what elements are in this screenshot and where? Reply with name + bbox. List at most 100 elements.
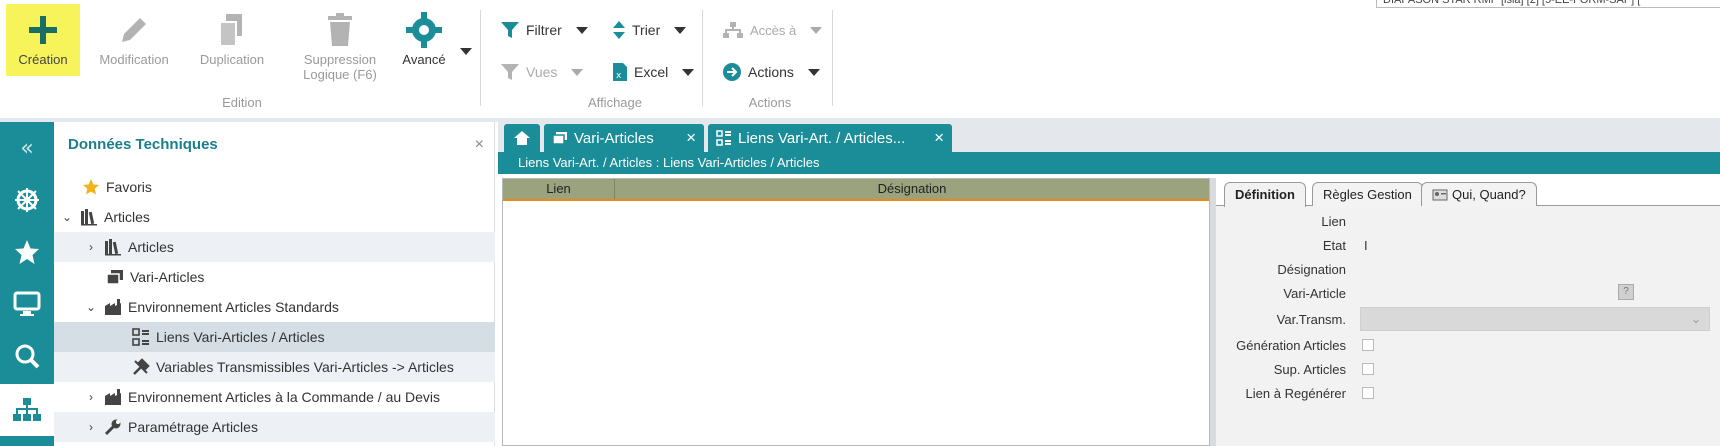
label-generation-articles: Génération Articles — [1236, 338, 1346, 353]
trier-button[interactable]: Trier — [612, 18, 687, 42]
pencil-icon — [122, 18, 146, 42]
duplication-label: Duplication — [199, 52, 265, 67]
chevron-down-icon[interactable]: ⌄ — [60, 210, 74, 224]
label-lien-regenerer: Lien à Regénérer — [1245, 386, 1346, 401]
books-icon — [81, 209, 97, 226]
factory-icon — [105, 389, 121, 405]
suppression-button[interactable]: Suppression Logique (F6) — [284, 4, 396, 92]
star-icon — [15, 240, 39, 264]
collapse-icon: « — [20, 135, 34, 161]
cards-icon — [106, 270, 123, 285]
books-icon — [105, 239, 121, 256]
favorites-button[interactable] — [0, 226, 54, 278]
tree-item-label: Environnement Articles à la Commande / a… — [128, 389, 441, 405]
close-icon[interactable]: × — [934, 128, 944, 148]
actions-label: Actions — [748, 64, 794, 80]
tools-icon — [133, 358, 150, 375]
excel-button[interactable]: x Excel — [612, 60, 695, 84]
chevron-right-icon[interactable]: › — [84, 240, 98, 254]
tab-liens-vari-art[interactable]: Liens Vari-Art. / Articles... × — [708, 124, 952, 152]
trash-icon — [328, 13, 352, 46]
tree-item-variables-transmissibles[interactable]: Variables Transmissibles Vari-Articles -… — [54, 352, 495, 382]
tree-item-parametrage[interactable]: › Paramétrage Articles — [54, 412, 495, 442]
excel-dropdown-icon — [682, 68, 695, 76]
tab-vari-articles[interactable]: Vari-Articles × — [544, 124, 704, 152]
tab-label: Qui, Quand? — [1452, 186, 1526, 202]
left-icon-bar: « — [0, 122, 54, 446]
filtrer-button[interactable]: Filtrer — [500, 18, 588, 42]
ribbon-divider — [480, 10, 481, 106]
wheel-button[interactable] — [0, 174, 54, 226]
environment-field: DIAPASON STAR RMP [isla] [2] [5-EE-FORM-… — [1376, 0, 1720, 8]
vues-button[interactable]: Vues — [500, 60, 584, 84]
avance-label: Avancé — [402, 52, 446, 67]
creation-label: Création — [18, 52, 68, 67]
label-etat: Etat — [1322, 238, 1346, 253]
search-icon — [15, 344, 40, 369]
generation-articles-checkbox[interactable] — [1362, 339, 1374, 351]
excel-icon: x — [613, 63, 627, 81]
actions-button[interactable]: Actions — [722, 60, 820, 84]
tree-item-liens-vari-articles[interactable]: Liens Vari-Articles / Articles — [54, 322, 495, 352]
avance-button[interactable]: Avancé — [394, 4, 454, 76]
tree-item-articles-root[interactable]: ⌄ Articles — [54, 202, 495, 232]
excel-label: Excel — [634, 64, 669, 80]
chevron-right-icon[interactable]: › — [84, 390, 98, 404]
tree-item-env-standards[interactable]: ⌄ Environnement Articles Standards — [54, 292, 495, 322]
tree-item-favoris[interactable]: Favoris — [54, 172, 495, 202]
label-var-transm: Var.Transm. — [1276, 312, 1346, 327]
column-header-designation[interactable]: Désignation — [615, 179, 1209, 199]
label-lien: Lien — [1321, 214, 1346, 229]
acces-button[interactable]: Accès à — [722, 18, 823, 42]
avance-dropdown-icon[interactable] — [460, 48, 472, 55]
tree-item-label: Liens Vari-Articles / Articles — [156, 329, 325, 345]
tab-regles-gestion[interactable]: Règles Gestion — [1312, 182, 1423, 206]
modification-button[interactable]: Modification — [88, 4, 180, 76]
tree-close-button[interactable]: × — [475, 136, 484, 154]
tree-item-env-commande[interactable]: › Environnement Articles à la Commande /… — [54, 382, 495, 412]
tab-home[interactable] — [504, 124, 540, 152]
tab-qui-quand[interactable]: Qui, Quand? — [1421, 182, 1537, 206]
chevron-down-icon: ⌄ — [1690, 312, 1701, 326]
data-grid[interactable]: Lien Désignation — [502, 178, 1210, 446]
search-button[interactable] — [0, 330, 54, 382]
acces-label: Accès à — [750, 22, 797, 38]
chevron-down-icon[interactable]: ⌄ — [84, 300, 98, 314]
tree-item-articles[interactable]: › Articles — [54, 232, 495, 262]
filtrer-label: Filtrer — [526, 22, 562, 38]
grid-header: Lien Désignation — [503, 179, 1209, 201]
creation-button[interactable]: Création — [6, 4, 80, 76]
grid-list-icon — [716, 130, 731, 146]
tree-item-vari-articles[interactable]: Vari-Articles — [54, 262, 495, 292]
var-transm-select[interactable]: ⌄ — [1360, 307, 1710, 331]
group-affichage-label: Affichage — [588, 95, 642, 110]
duplication-button[interactable]: Duplication — [188, 4, 276, 76]
hierarchy-button[interactable] — [0, 384, 54, 436]
sup-articles-checkbox[interactable] — [1362, 363, 1374, 375]
label-sup-articles: Sup. Articles — [1273, 362, 1346, 377]
factory-icon — [105, 299, 121, 315]
lien-regenerer-checkbox[interactable] — [1362, 387, 1374, 399]
tree-item-label: Articles — [104, 209, 150, 225]
app-window: Création Modification Duplication Suppre… — [0, 0, 1720, 446]
chevron-right-icon[interactable]: › — [84, 420, 98, 434]
filter-icon — [501, 22, 519, 38]
wheel-icon — [15, 188, 39, 212]
tree-title: Données Techniques — [68, 136, 218, 153]
tree-item-label: Vari-Articles — [130, 269, 205, 285]
trier-label: Trier — [632, 22, 661, 38]
suppression-label-line1: Suppression — [303, 52, 377, 67]
collapse-button[interactable]: « — [0, 122, 54, 174]
lookup-help-icon[interactable]: ? — [1618, 284, 1634, 300]
tab-definition[interactable]: Définition — [1224, 182, 1306, 207]
grid-list-icon — [132, 328, 149, 346]
actions-dropdown-icon — [807, 68, 820, 76]
tab-label: Vari-Articles — [574, 129, 654, 147]
label-designation: Désignation — [1277, 262, 1346, 277]
close-icon[interactable]: × — [686, 128, 696, 148]
detail-form: Définition Règles Gestion Qui, Quand? Li… — [1216, 178, 1720, 446]
column-header-lien[interactable]: Lien — [503, 179, 615, 199]
etat-value: I — [1364, 238, 1368, 253]
monitor-button[interactable] — [0, 278, 54, 330]
label-vari-article: Vari-Article — [1283, 286, 1346, 301]
